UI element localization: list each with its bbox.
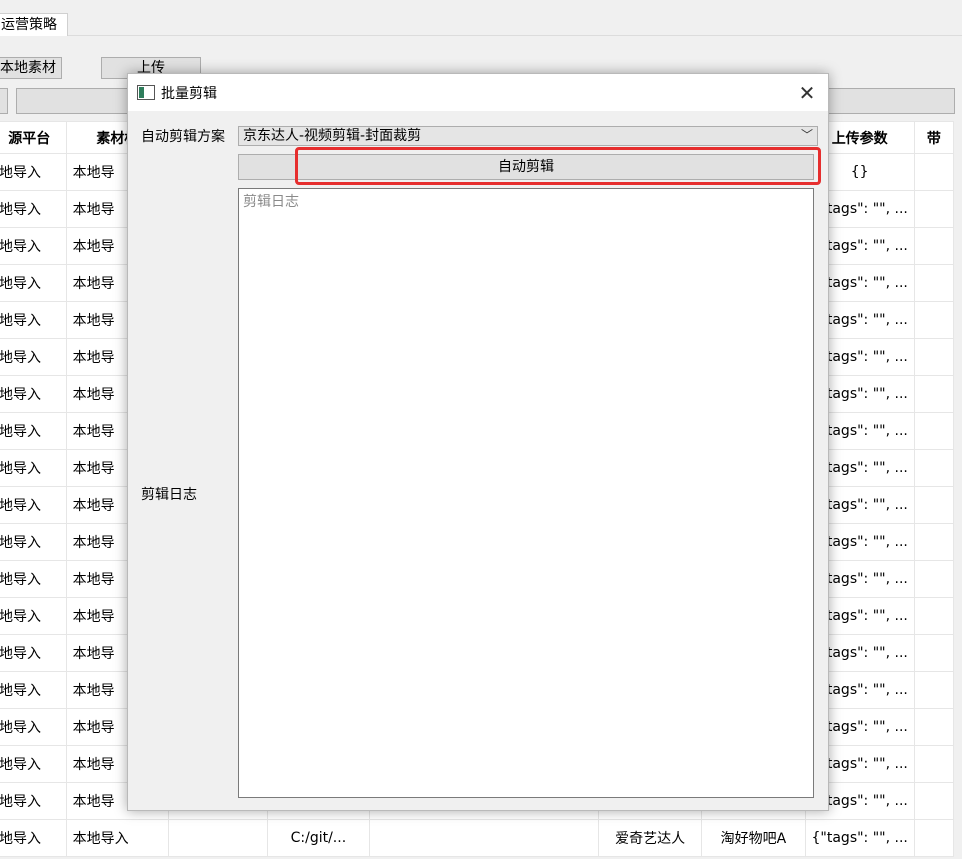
table-cell: 地导入 bbox=[0, 190, 67, 228]
table-cell: 爱奇艺达人 bbox=[597, 819, 703, 857]
table-cell bbox=[913, 560, 955, 598]
table-cell: 地导入 bbox=[0, 412, 67, 450]
table-cell bbox=[913, 708, 955, 746]
table-cell: {"tags": "", ... bbox=[804, 819, 915, 857]
table-cell: 地导入 bbox=[0, 338, 67, 376]
log-textarea[interactable] bbox=[239, 189, 813, 797]
table-cell: 本地导入 bbox=[65, 819, 170, 857]
table-cell bbox=[913, 597, 955, 635]
auto-edit-button[interactable]: 自动剪辑 bbox=[238, 154, 814, 180]
table-cell bbox=[913, 153, 955, 191]
table-cell: 地导入 bbox=[0, 708, 67, 746]
tab-bar: 运营策略 bbox=[0, 0, 962, 36]
table-cell: 地导入 bbox=[0, 671, 67, 709]
left-input-field[interactable] bbox=[0, 88, 8, 114]
table-cell: 地导入 bbox=[0, 227, 67, 265]
table-cell: 地导入 bbox=[0, 486, 67, 524]
table-cell bbox=[913, 523, 955, 561]
table-cell: 淘好物吧A bbox=[701, 819, 806, 857]
table-cell bbox=[913, 227, 955, 265]
table-cell: 地导入 bbox=[0, 560, 67, 598]
table-cell: 地导入 bbox=[0, 301, 67, 339]
table-cell bbox=[913, 338, 955, 376]
table-cell bbox=[913, 412, 955, 450]
table-cell bbox=[913, 634, 955, 672]
scheme-label: 自动剪辑方案 bbox=[141, 129, 225, 145]
table-cell: 地导入 bbox=[0, 523, 67, 561]
table-cell: 地导入 bbox=[0, 819, 67, 857]
table-cell: 地导入 bbox=[0, 375, 67, 413]
log-area bbox=[238, 188, 814, 798]
table-cell bbox=[913, 671, 955, 709]
table-cell bbox=[913, 745, 955, 783]
table-cell bbox=[913, 375, 955, 413]
table-cell: 地导入 bbox=[0, 782, 67, 820]
close-icon[interactable]: ✕ bbox=[792, 79, 822, 107]
table-header-cell[interactable]: 源平台 bbox=[0, 121, 67, 154]
table-cell: 地导入 bbox=[0, 597, 67, 635]
app-window-icon bbox=[137, 85, 155, 100]
table-cell bbox=[913, 486, 955, 524]
scheme-select[interactable]: 京东达人-视频剪辑-封面裁剪 ﹀ bbox=[238, 126, 818, 146]
scheme-select-value: 京东达人-视频剪辑-封面裁剪 bbox=[243, 128, 422, 144]
table-cell bbox=[913, 301, 955, 339]
table-cell: 地导入 bbox=[0, 264, 67, 302]
table-cell bbox=[913, 819, 955, 857]
tab-operation-strategy[interactable]: 运营策略 bbox=[0, 13, 68, 36]
table-cell: 地导入 bbox=[0, 449, 67, 487]
table-cell bbox=[369, 819, 599, 857]
table-cell: 地导入 bbox=[0, 745, 67, 783]
table-cell: 地导入 bbox=[0, 634, 67, 672]
table-row[interactable]: 地导入 本地导入 C:/git/... 爱奇艺达人 淘好物吧A {"tags": "", … bbox=[0, 819, 955, 857]
table-header-cell[interactable]: 带 bbox=[913, 121, 955, 154]
table-cell bbox=[913, 190, 955, 228]
dialog-titlebar: 批量剪辑 ✕ bbox=[128, 74, 828, 111]
local-material-button[interactable]: 本地素材 bbox=[0, 57, 62, 79]
table-cell: 地导入 bbox=[0, 153, 67, 191]
table-cell bbox=[913, 782, 955, 820]
batch-edit-dialog: 批量剪辑 ✕ 自动剪辑方案 京东达人-视频剪辑-封面裁剪 ﹀ 自动剪辑 剪辑日志 bbox=[127, 73, 829, 811]
table-cell bbox=[168, 819, 268, 857]
table-cell bbox=[913, 264, 955, 302]
table-cell bbox=[913, 449, 955, 487]
dialog-title: 批量剪辑 bbox=[161, 86, 217, 102]
log-label: 剪辑日志 bbox=[141, 487, 197, 503]
table-cell: C:/git/... bbox=[266, 819, 371, 857]
chevron-down-icon: ﹀ bbox=[800, 128, 813, 142]
